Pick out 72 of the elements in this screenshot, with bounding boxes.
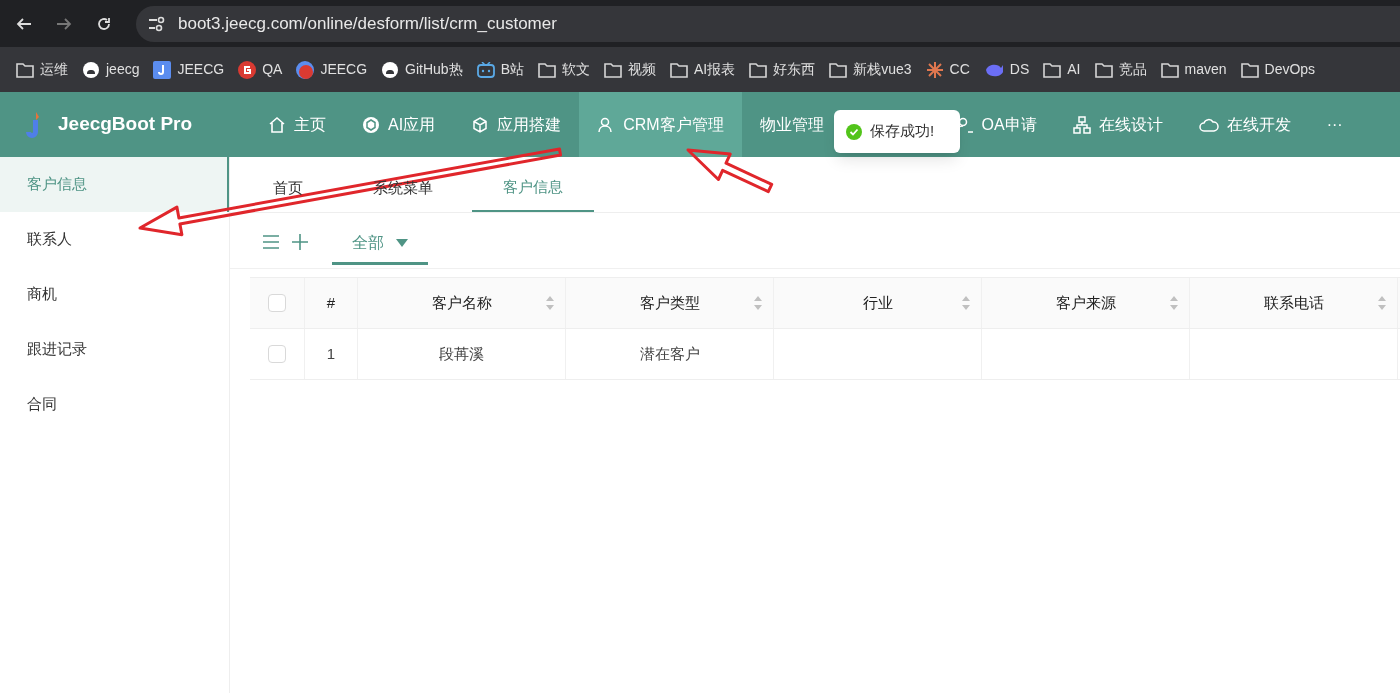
tab[interactable]: 首页 (242, 164, 334, 212)
table-cell: 段苒溪 (358, 329, 566, 379)
bookmark[interactable]: maven (1160, 59, 1227, 80)
caret-icon (396, 239, 408, 247)
bookmark[interactable]: 竞品 (1094, 59, 1147, 80)
folder-icon (538, 61, 556, 78)
sidebar-item[interactable]: 合同 (0, 377, 229, 432)
sidebar-item[interactable]: 商机 (0, 267, 229, 322)
checkbox[interactable] (268, 345, 286, 363)
folder-icon (1094, 61, 1113, 78)
home-icon (268, 115, 286, 134)
success-icon (846, 123, 862, 140)
folder-icon (1240, 61, 1259, 78)
folder-icon (16, 61, 34, 78)
bookmark[interactable]: 运维 (16, 59, 68, 80)
cube-icon (471, 115, 490, 134)
j-logo-icon (153, 60, 172, 79)
add-icon[interactable] (292, 233, 308, 250)
folder-icon (1043, 61, 1062, 78)
bookmark[interactable]: 软文 (538, 59, 590, 80)
bookmark[interactable]: 好东西 (749, 59, 816, 80)
toast-message: 保存成功! (870, 121, 935, 142)
folder-icon (749, 61, 768, 78)
cloud-icon (1198, 116, 1219, 133)
site-settings-icon[interactable] (148, 15, 166, 32)
bookmark[interactable]: JEECG (296, 59, 368, 80)
bookmark[interactable]: QA (238, 59, 283, 80)
back-icon[interactable] (16, 15, 32, 32)
column-header[interactable]: 联系电话 (1190, 278, 1398, 328)
bookmark[interactable]: DevOps (1240, 59, 1316, 80)
g-logo-icon (238, 60, 257, 79)
bookmark[interactable]: JEECG (153, 59, 225, 80)
hierarchy-icon (1072, 115, 1091, 134)
bookmark[interactable]: CC (925, 59, 970, 80)
tab[interactable]: 客户信息 (472, 164, 594, 212)
sort-icon[interactable] (1169, 295, 1179, 311)
bookmark[interactable]: GitHub热 (381, 59, 463, 80)
folder-icon (670, 61, 688, 78)
sidebar-item[interactable]: 跟进记录 (0, 322, 229, 377)
bookmark[interactable]: B站 (476, 59, 524, 80)
column-header: # (305, 278, 358, 328)
table-cell: 潜在客户 (566, 329, 774, 379)
column-header[interactable]: 客户名称 (358, 278, 566, 328)
sort-icon[interactable] (1377, 295, 1387, 311)
bookmark[interactable]: 新栈vue3 (829, 59, 912, 80)
ai-icon (362, 115, 380, 134)
menu-icon[interactable] (262, 233, 280, 250)
folder-icon (604, 61, 622, 78)
url-text: boot3.jeecg.com/online/desform/list/crm_customer (178, 12, 557, 35)
table-cell: 1 (305, 329, 358, 379)
folder-icon (829, 61, 848, 78)
reload-icon[interactable] (96, 15, 112, 32)
sort-icon[interactable] (545, 295, 555, 311)
spark-icon (925, 60, 944, 79)
bookmark[interactable]: DS (983, 59, 1030, 80)
bookmark[interactable]: jeecg (82, 59, 140, 80)
column-header[interactable]: 客户来源 (982, 278, 1190, 328)
sort-icon[interactable] (753, 295, 763, 311)
folder-icon (1160, 61, 1179, 78)
tv-icon (476, 61, 495, 78)
checkbox[interactable] (268, 294, 286, 312)
forward-icon[interactable] (56, 15, 72, 32)
address-bar[interactable]: boot3.jeecg.com/online/desform/list/crm_customer (136, 5, 1400, 42)
column-header[interactable]: 行业 (774, 278, 982, 328)
app-name: JeecgBoot Pro (58, 112, 193, 137)
bookmark[interactable]: 视频 (604, 59, 656, 80)
view-tab[interactable]: 全部 (332, 224, 428, 265)
sidebar-item[interactable]: 联系人 (0, 212, 229, 267)
bookmark[interactable]: AI报表 (670, 59, 736, 80)
bookmark[interactable]: AI (1043, 59, 1081, 80)
column-header[interactable]: 客户类型 (566, 278, 774, 328)
sort-icon[interactable] (961, 295, 971, 311)
